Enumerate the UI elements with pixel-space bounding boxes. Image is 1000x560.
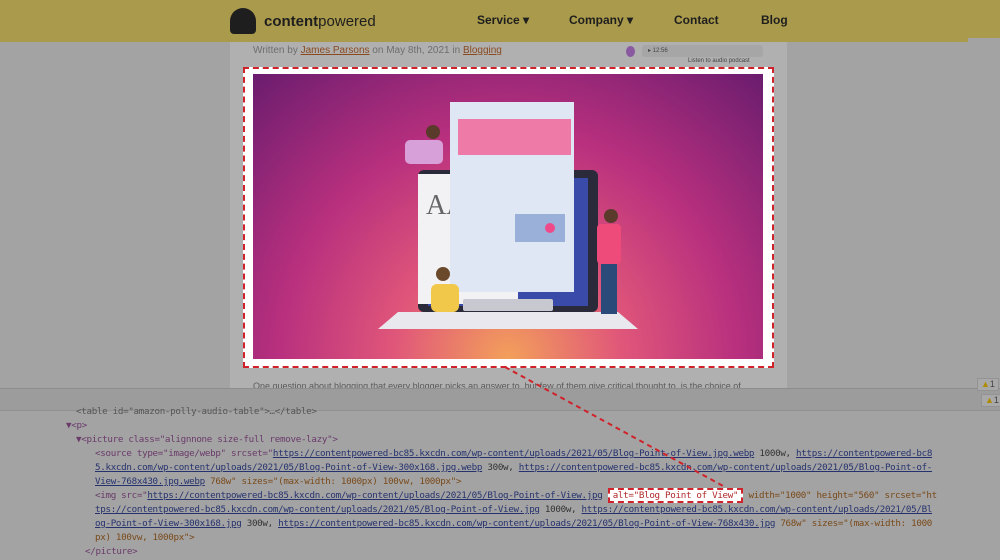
byline-prefix: Written by bbox=[253, 45, 301, 56]
person-man-head bbox=[604, 209, 618, 223]
warning-count: 1 bbox=[993, 395, 999, 405]
code-line-close-picture[interactable]: </picture> bbox=[85, 545, 138, 559]
nav-company[interactable]: Company ▾ bbox=[569, 13, 633, 27]
podcast-label: Listen to audio podcast bbox=[688, 58, 750, 64]
srcset-link[interactable]: https://contentpowered-bc85.kxcdn.com/wp… bbox=[273, 448, 755, 459]
person-woman bbox=[405, 140, 443, 164]
srcset-link[interactable]: tps://contentpowered-bc85.kxcdn.com/wp-c… bbox=[95, 504, 540, 515]
person-man-legs bbox=[601, 264, 617, 314]
video-thumb bbox=[515, 214, 565, 242]
code-line-img[interactable]: px) 100vw, 1000px"> bbox=[95, 531, 195, 545]
image-banner bbox=[458, 119, 571, 155]
warning-count: 1 bbox=[989, 379, 995, 389]
person-sitting-head bbox=[436, 267, 450, 281]
audio-player[interactable]: ▸ 12:56 bbox=[642, 45, 763, 57]
author-link[interactable]: James Parsons bbox=[301, 45, 370, 56]
code-line-img[interactable]: og-Point-of-View-300x168.jpg 300w, https… bbox=[95, 517, 932, 531]
warning-badge[interactable]: ▲1 bbox=[977, 378, 999, 391]
srcset-link[interactable]: https://contentpowered-bc85.kxcdn.com/wp… bbox=[278, 518, 775, 529]
code-text: <img src=" bbox=[95, 490, 148, 501]
code-text: 1000w, bbox=[754, 448, 797, 459]
code-text: 300w, bbox=[482, 462, 519, 473]
site-logo[interactable]: contentpowered bbox=[230, 8, 376, 34]
code-line-img[interactable]: <img src="https://contentpowered-bc85.kx… bbox=[95, 488, 937, 503]
brand-rest: powered bbox=[318, 12, 376, 30]
warning-icon: ▲ bbox=[981, 379, 990, 389]
code-text: 768w" sizes="(max-width: 1000px) 100vw, … bbox=[204, 476, 462, 487]
srcset-link[interactable]: https://contentpowered-bc8 bbox=[796, 448, 932, 459]
srcset-link[interactable]: https://contentpowered-bc85.kxcdn.com/wp… bbox=[582, 504, 933, 515]
illustration: AA bbox=[378, 102, 638, 329]
srcset-link[interactable]: 5.kxcdn.com/wp-content/uploads/2021/05/B… bbox=[95, 462, 482, 473]
warning-icon: ▲ bbox=[985, 395, 994, 405]
sumo-logo-icon bbox=[230, 8, 256, 34]
nav-contact[interactable]: Contact bbox=[674, 13, 719, 27]
code-line-source[interactable]: View-768x430.jpg.webp 768w" sizes="(max-… bbox=[95, 475, 462, 489]
laptop-base bbox=[378, 312, 638, 329]
srcset-link[interactable]: og-Point-of-View-300x168.jpg bbox=[95, 518, 242, 529]
alt-attribute-highlight: alt="Blog Point of View" bbox=[607, 488, 744, 503]
site-header: contentpowered Service ▾ Company ▾ Conta… bbox=[0, 0, 1000, 42]
divider bbox=[968, 38, 1000, 42]
elements-panel: <table id="amazon-polly-audio-table">…</… bbox=[0, 406, 1000, 560]
code-line-source[interactable]: 5.kxcdn.com/wp-content/uploads/2021/05/B… bbox=[95, 461, 932, 475]
person-man bbox=[597, 224, 621, 264]
warning-badge[interactable]: ▲1 bbox=[981, 394, 1000, 407]
category-link[interactable]: Blogging bbox=[463, 45, 502, 56]
code-line[interactable]: <table id="amazon-polly-audio-table">…</… bbox=[76, 405, 317, 419]
img-src-link[interactable]: https://contentpowered-bc85.kxcdn.com/wp… bbox=[147, 490, 602, 501]
code-text: 300w, bbox=[241, 518, 279, 529]
byline-middle: on May 8th, 2021 in bbox=[369, 45, 463, 56]
person-sitting bbox=[431, 284, 459, 312]
brand-bold: content bbox=[264, 12, 319, 30]
code-text: <source type="image/webp" srcset=" bbox=[95, 448, 273, 459]
audio-time: ▸ 12:56 bbox=[648, 48, 668, 54]
nav-blog[interactable]: Blog bbox=[761, 13, 788, 27]
person-woman-head bbox=[426, 125, 440, 139]
code-text: width="1000" height="560" srcset="ht bbox=[743, 490, 937, 501]
blog-point-of-view-image: AA bbox=[253, 74, 763, 359]
code-line-source[interactable]: <source type="image/webp" srcset="https:… bbox=[95, 447, 932, 461]
trackpad bbox=[463, 299, 553, 311]
code-line-picture[interactable]: ▼<picture class="alignnone size-full rem… bbox=[76, 433, 338, 447]
code-line-p[interactable]: ▼<p> bbox=[66, 419, 87, 433]
code-text: 768w" sizes="(max-width: 1000 bbox=[775, 518, 933, 529]
code-text: 1000w, bbox=[539, 504, 582, 515]
srcset-link[interactable]: View-768x430.jpg.webp bbox=[95, 476, 205, 487]
code-line-img[interactable]: tps://contentpowered-bc85.kxcdn.com/wp-c… bbox=[95, 503, 932, 517]
play-icon bbox=[545, 223, 555, 233]
byline: Written by James Parsons on May 8th, 202… bbox=[253, 45, 502, 56]
srcset-link[interactable]: https://contentpowered-bc85.kxcdn.com/wp… bbox=[519, 462, 933, 473]
nav-service[interactable]: Service ▾ bbox=[477, 13, 529, 27]
podcast-icon bbox=[626, 46, 635, 57]
